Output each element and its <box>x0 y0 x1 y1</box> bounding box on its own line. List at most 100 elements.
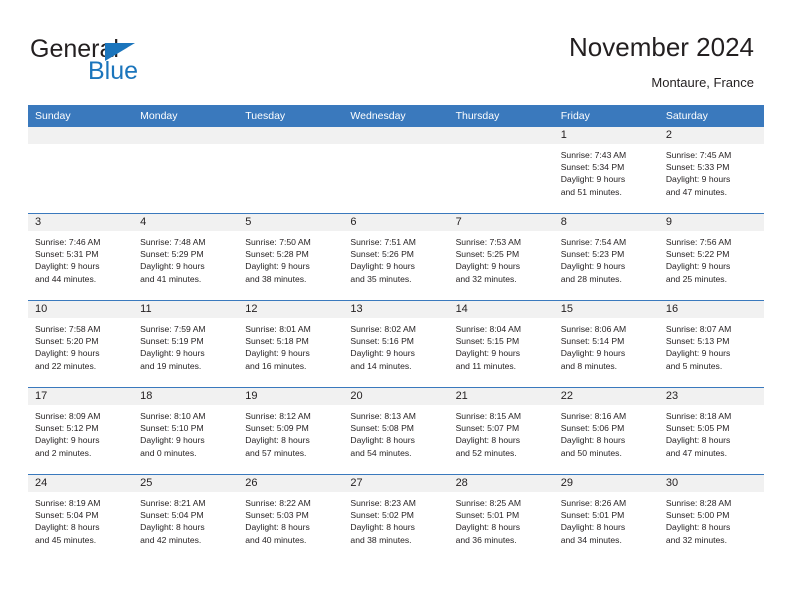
daylight-text-line2: and 11 minutes. <box>455 360 517 371</box>
day-details: Sunrise: 8:09 AM Sunset: 5:12 PM Daylight:… <box>28 405 133 459</box>
day-details: Sunrise: 7:53 AM Sunset: 5:25 PM Daylight:… <box>449 231 554 285</box>
day-number: 9 <box>658 214 764 231</box>
calendar-week-row: 24 Sunrise: 8:19 AM Sunset: 5:04 PM Dayligh… <box>28 474 764 561</box>
day-number: 16 <box>658 301 764 318</box>
weekday-header-sunday: Sunday <box>28 105 134 127</box>
calendar-day-cell[interactable]: 22 Sunrise: 8:16 AM Sunset: 5:06 PM Dayligh… <box>553 387 659 475</box>
calendar-day-cell[interactable]: 24 Sunrise: 8:19 AM Sunset: 5:04 PM Dayligh… <box>28 474 134 561</box>
calendar-day-cell[interactable]: 2 Sunrise: 7:45 AM Sunset: 5:33 PM Daylight… <box>658 127 764 214</box>
calendar-day-cell[interactable]: 17 Sunrise: 8:09 AM Sunset: 5:12 PM Dayligh… <box>28 387 134 475</box>
daylight-text-line2: and 41 minutes. <box>140 273 202 284</box>
day-number: 29 <box>553 475 659 492</box>
calendar-day-cell[interactable]: 21 Sunrise: 8:15 AM Sunset: 5:07 PM Dayligh… <box>448 387 554 475</box>
calendar-day-cell[interactable]: 23 Sunrise: 8:18 AM Sunset: 5:05 PM Dayligh… <box>658 387 764 475</box>
sunrise-text: Sunrise: 7:48 AM <box>140 237 206 247</box>
calendar-day-cell[interactable]: 11 Sunrise: 7:59 AM Sunset: 5:19 PM Dayligh… <box>133 300 239 388</box>
day-details: Sunrise: 8:19 AM Sunset: 5:04 PM Daylight:… <box>28 492 133 546</box>
day-details: Sunrise: 7:45 AM Sunset: 5:33 PM Daylight:… <box>659 144 764 198</box>
day-number <box>238 127 344 144</box>
title-block: November 2024 Montaure, France <box>569 30 754 93</box>
day-number: 11 <box>133 301 239 318</box>
calendar-day-cell[interactable] <box>133 127 239 214</box>
calendar-week-row: 3 Sunrise: 7:46 AM Sunset: 5:31 PM Daylight… <box>28 213 764 301</box>
calendar-day-cell[interactable]: 19 Sunrise: 8:12 AM Sunset: 5:09 PM Dayligh… <box>238 387 344 475</box>
weekday-header-tuesday: Tuesday <box>238 105 344 127</box>
daylight-text-line1: Daylight: 9 hours <box>665 261 731 272</box>
sunset-text: Sunset: 5:05 PM <box>665 423 730 434</box>
daylight-text-line2: and 2 minutes. <box>35 447 92 458</box>
brand-name-blue: Blue <box>88 57 139 85</box>
calendar-day-cell[interactable]: 29 Sunrise: 8:26 AM Sunset: 5:01 PM Dayligh… <box>553 474 659 561</box>
day-number <box>448 127 554 144</box>
sunset-text: Sunset: 5:13 PM <box>665 336 730 347</box>
calendar-day-cell[interactable]: 14 Sunrise: 8:04 AM Sunset: 5:15 PM Dayligh… <box>448 300 554 388</box>
daylight-text-line1: Daylight: 9 hours <box>140 348 205 359</box>
day-details: Sunrise: 8:22 AM Sunset: 5:03 PM Daylight:… <box>238 492 343 546</box>
brand-logo[interactable]: General Blue <box>30 36 230 86</box>
daylight-text-line1: Daylight: 8 hours <box>560 522 626 533</box>
day-details: Sunrise: 8:13 AM Sunset: 5:08 PM Daylight:… <box>343 405 448 459</box>
sunset-text: Sunset: 5:00 PM <box>665 510 730 521</box>
day-number: 24 <box>28 475 134 492</box>
day-number: 7 <box>448 214 554 231</box>
daylight-text-line1: Daylight: 8 hours <box>245 435 310 446</box>
daylight-text-line1: Daylight: 8 hours <box>665 522 731 533</box>
calendar-day-cell[interactable]: 9 Sunrise: 7:56 AM Sunset: 5:22 PM Daylight… <box>658 213 764 301</box>
calendar-day-cell[interactable]: 20 Sunrise: 8:13 AM Sunset: 5:08 PM Dayligh… <box>343 387 449 475</box>
sunset-text: Sunset: 5:25 PM <box>455 249 520 260</box>
calendar-header-row: Sunday Monday Tuesday Wednesday Thursday… <box>28 105 764 127</box>
calendar-day-cell[interactable]: 26 Sunrise: 8:22 AM Sunset: 5:03 PM Dayligh… <box>238 474 344 561</box>
calendar-day-cell[interactable]: 13 Sunrise: 8:02 AM Sunset: 5:16 PM Dayligh… <box>343 300 449 388</box>
day-number: 8 <box>553 214 659 231</box>
daylight-text-line2: and 14 minutes. <box>350 360 412 371</box>
daylight-text-line1: Daylight: 9 hours <box>665 348 731 359</box>
calendar-day-cell[interactable]: 10 Sunrise: 7:58 AM Sunset: 5:20 PM Dayligh… <box>28 300 134 388</box>
day-number: 6 <box>343 214 449 231</box>
calendar-day-cell[interactable] <box>448 127 554 214</box>
day-details: Sunrise: 8:04 AM Sunset: 5:15 PM Daylight:… <box>449 318 554 372</box>
calendar-day-cell[interactable]: 28 Sunrise: 8:25 AM Sunset: 5:01 PM Dayligh… <box>448 474 554 561</box>
daylight-text-line1: Daylight: 8 hours <box>350 435 415 446</box>
calendar-day-cell[interactable] <box>238 127 344 214</box>
calendar-day-cell[interactable]: 30 Sunrise: 8:28 AM Sunset: 5:00 PM Dayligh… <box>658 474 764 561</box>
calendar-day-cell[interactable]: 8 Sunrise: 7:54 AM Sunset: 5:23 PM Daylight… <box>553 213 659 301</box>
calendar-day-cell[interactable]: 25 Sunrise: 8:21 AM Sunset: 5:04 PM Dayligh… <box>133 474 239 561</box>
day-details: Sunrise: 8:23 AM Sunset: 5:02 PM Daylight:… <box>343 492 448 546</box>
daylight-text-line1: Daylight: 9 hours <box>245 261 310 272</box>
calendar-day-cell[interactable]: 15 Sunrise: 8:06 AM Sunset: 5:14 PM Dayligh… <box>553 300 659 388</box>
calendar-day-cell[interactable] <box>343 127 449 214</box>
daylight-text-line2: and 47 minutes. <box>665 447 727 458</box>
daylight-text-line2: and 51 minutes. <box>560 186 622 197</box>
calendar-day-cell[interactable]: 7 Sunrise: 7:53 AM Sunset: 5:25 PM Daylight… <box>448 213 554 301</box>
calendar-day-cell[interactable]: 5 Sunrise: 7:50 AM Sunset: 5:28 PM Daylight… <box>238 213 344 301</box>
calendar-day-cell[interactable]: 18 Sunrise: 8:10 AM Sunset: 5:10 PM Dayligh… <box>133 387 239 475</box>
calendar-day-cell[interactable]: 4 Sunrise: 7:48 AM Sunset: 5:29 PM Daylight… <box>133 213 239 301</box>
sunrise-text: Sunrise: 8:04 AM <box>455 324 522 334</box>
sunrise-text: Sunrise: 8:23 AM <box>350 498 416 508</box>
calendar-day-cell[interactable]: 1 Sunrise: 7:43 AM Sunset: 5:34 PM Daylight… <box>553 127 659 214</box>
sunset-text: Sunset: 5:04 PM <box>35 510 99 521</box>
daylight-text-line2: and 36 minutes. <box>455 534 517 545</box>
day-details: Sunrise: 7:56 AM Sunset: 5:22 PM Daylight:… <box>659 231 764 285</box>
day-number: 25 <box>133 475 239 492</box>
sunrise-text: Sunrise: 7:58 AM <box>35 324 101 334</box>
daylight-text-line1: Daylight: 8 hours <box>665 435 731 446</box>
calendar-day-cell[interactable]: 3 Sunrise: 7:46 AM Sunset: 5:31 PM Daylight… <box>28 213 134 301</box>
daylight-text-line2: and 32 minutes. <box>665 534 727 545</box>
calendar-day-cell[interactable]: 27 Sunrise: 8:23 AM Sunset: 5:02 PM Dayligh… <box>343 474 449 561</box>
day-details <box>133 144 238 149</box>
sunset-text: Sunset: 5:28 PM <box>245 249 309 260</box>
day-number <box>343 127 449 144</box>
calendar-day-cell[interactable] <box>28 127 134 214</box>
calendar-day-cell[interactable]: 16 Sunrise: 8:07 AM Sunset: 5:13 PM Dayligh… <box>658 300 764 388</box>
calendar-day-cell[interactable]: 6 Sunrise: 7:51 AM Sunset: 5:26 PM Daylight… <box>343 213 449 301</box>
day-number: 12 <box>238 301 344 318</box>
daylight-text-line2: and 0 minutes. <box>140 447 197 458</box>
daylight-text-line1: Daylight: 9 hours <box>350 261 415 272</box>
day-number: 14 <box>448 301 554 318</box>
sunset-text: Sunset: 5:04 PM <box>140 510 204 521</box>
day-number: 15 <box>553 301 659 318</box>
sunrise-text: Sunrise: 8:12 AM <box>245 411 311 421</box>
calendar-day-cell[interactable]: 12 Sunrise: 8:01 AM Sunset: 5:18 PM Dayligh… <box>238 300 344 388</box>
day-details: Sunrise: 8:26 AM Sunset: 5:01 PM Daylight:… <box>554 492 659 546</box>
